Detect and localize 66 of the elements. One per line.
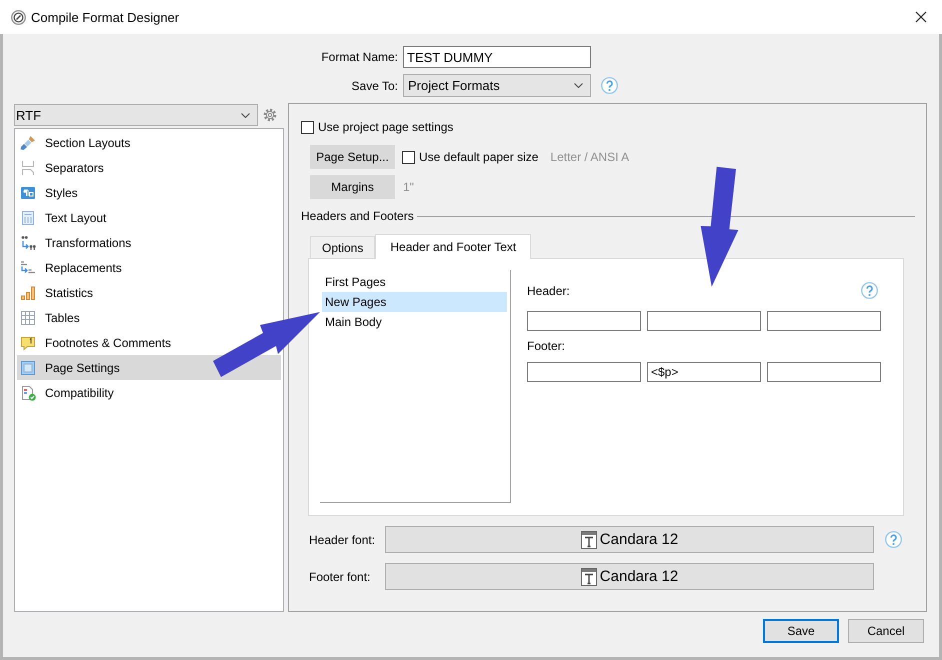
footer-label: Footer: [527, 339, 566, 353]
sidebar-item[interactable]: Statistics [17, 280, 98, 305]
styles-icon [20, 184, 36, 200]
page-icon [20, 360, 36, 376]
sidebar-item[interactable]: Styles [17, 180, 82, 205]
save-to-dropdown[interactable]: Project Formats [403, 74, 591, 97]
table-grid-icon [20, 310, 36, 326]
checkbox-label[interactable]: Use project page settings [318, 120, 454, 134]
footer-font-label: Footer font: [309, 570, 372, 584]
header-field[interactable] [527, 311, 641, 331]
columns-layout-icon [20, 210, 36, 226]
format-name-label: Format Name: [320, 50, 398, 64]
margins-button[interactable]: Margins [310, 175, 395, 199]
checkbox-label[interactable]: Use default paper size [419, 150, 538, 164]
footer-field[interactable] [527, 362, 641, 382]
paper-size-text: Letter / ANSI A [550, 150, 630, 164]
help-icon[interactable] [601, 77, 618, 94]
window-title: Compile Format Designer [31, 10, 180, 24]
checkbox[interactable] [402, 150, 415, 164]
footer-field[interactable]: <$p> [647, 362, 761, 382]
header-font-button[interactable]: Candara 12 [385, 526, 874, 553]
help-icon[interactable] [861, 282, 878, 299]
save-button[interactable]: Save [763, 619, 839, 643]
sidebar-item[interactable]: Footnotes & Comments [17, 330, 176, 355]
tab[interactable]: Header and Footer Text [375, 234, 532, 259]
sidebar-item[interactable]: Compatibility [17, 380, 118, 405]
margins-value: 1" [403, 180, 414, 194]
note-bubble-icon [20, 334, 36, 350]
close-icon[interactable] [915, 11, 927, 23]
font-icon [580, 530, 597, 548]
save-to-label: Save To: [350, 78, 398, 92]
header-field[interactable] [767, 311, 881, 331]
format-name-field[interactable]: TEST DUMMY [403, 46, 591, 68]
replace-arrow-icon [20, 260, 36, 276]
sidebar-item[interactable]: Transformations [17, 230, 136, 255]
header-label: Header: [527, 284, 570, 298]
sidebar-item[interactable]: Section Layouts [17, 130, 134, 155]
separator-icon [20, 160, 36, 176]
logo-icon [11, 10, 26, 24]
tab[interactable]: Options [310, 236, 376, 258]
cancel-button[interactable]: Cancel [848, 619, 924, 643]
header-field[interactable] [647, 311, 761, 331]
help-icon[interactable] [885, 531, 902, 548]
sidebar-item[interactable]: Page Settings [17, 355, 281, 380]
format-type-dropdown[interactable]: RTF [14, 104, 258, 126]
section-heading: Headers and Footers [301, 209, 414, 223]
header-font-label: Header font: [309, 532, 376, 546]
quote-arrow-icon [20, 234, 36, 250]
sidebar-item[interactable]: Text Layout [17, 205, 110, 230]
font-icon [580, 568, 597, 586]
list-item[interactable]: New Pages [322, 292, 507, 312]
checkbox[interactable] [301, 120, 314, 134]
list-item[interactable]: Main Body [322, 312, 507, 332]
chevron-down-icon [241, 112, 250, 118]
page-setup-button[interactable]: Page Setup... [310, 145, 395, 169]
footer-font-button[interactable]: Candara 12 [385, 563, 874, 590]
sidebar-item[interactable]: Separators [17, 155, 108, 180]
list-item[interactable]: First Pages [322, 272, 507, 292]
document-check-icon [20, 384, 36, 400]
sidebar-item[interactable]: Tables [17, 305, 84, 330]
sidebar-item[interactable]: Replacements [17, 255, 126, 280]
settings-icon[interactable] [263, 108, 277, 122]
chevron-down-icon [574, 83, 583, 88]
footer-field[interactable] [767, 362, 881, 382]
brush-icon [20, 134, 36, 150]
bar-chart-icon [20, 284, 36, 300]
